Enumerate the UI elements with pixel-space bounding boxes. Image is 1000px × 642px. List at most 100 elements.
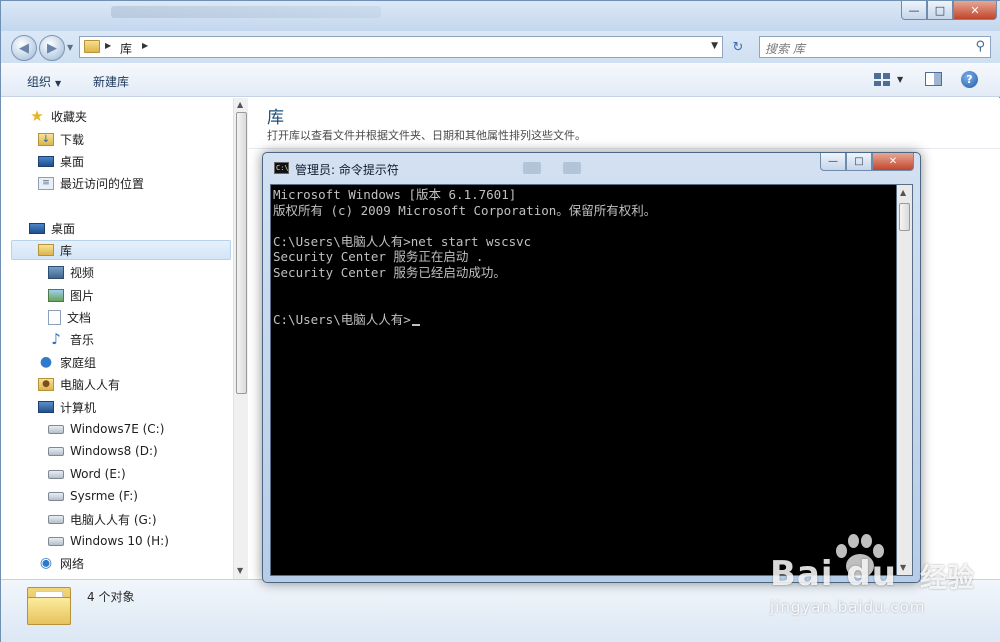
console-line: C:\Users\电脑人人有>net start wscsvc — [273, 233, 532, 249]
sidebar-item-drive-h[interactable]: Windows 10 (H:) — [48, 531, 169, 551]
drive-icon — [48, 536, 64, 546]
console-line: Security Center 服务已经启动成功。 — [273, 264, 506, 280]
new-library-button[interactable]: 新建库 — [93, 73, 129, 90]
desktop-icon — [29, 222, 45, 234]
homegroup-icon: ● — [39, 354, 53, 370]
sidebar-item-downloads[interactable]: ↓ 下载 — [38, 129, 84, 149]
breadcrumb-chevron-icon[interactable]: ▶ — [142, 41, 148, 50]
console-prompt-line[interactable]: C:\Users\电脑人人有> — [273, 312, 893, 328]
sidebar-item-label: 桌面 — [51, 221, 76, 236]
console-line: 版权所有 (c) 2009 Microsoft Corporation。保留所有… — [273, 202, 657, 218]
star-icon: ★ — [30, 107, 44, 125]
computer-icon — [38, 401, 54, 413]
scroll-down-arrow-icon[interactable]: ▼ — [900, 563, 906, 572]
sidebar-item-music[interactable]: ♪ 音乐 — [48, 329, 94, 349]
organize-button[interactable]: 组织 ▼ — [27, 73, 61, 90]
sidebar-item-label: 音乐 — [70, 332, 95, 347]
sidebar-item-drive-g[interactable]: 电脑人人有 (G:) — [48, 509, 157, 529]
breadcrumb-chevron-icon[interactable]: ▶ — [105, 41, 111, 50]
sidebar-item-homegroup[interactable]: ● 家庭组 — [38, 352, 96, 372]
search-input[interactable]: 搜索 库 ⚲ — [759, 36, 991, 58]
page-title: 库 — [267, 108, 284, 128]
help-icon[interactable]: ? — [961, 71, 978, 88]
scrollbar-thumb[interactable] — [236, 112, 247, 394]
maximize-button[interactable]: □ — [927, 1, 953, 20]
sidebar-item-network[interactable]: ◉ 网络 — [38, 553, 84, 573]
sidebar-item-label: Windows 10 (H:) — [70, 534, 169, 548]
sidebar-item-label: Windows8 (D:) — [70, 444, 158, 458]
console-output[interactable]: Microsoft Windows [版本 6.1.7601] 版权所有 (c)… — [270, 184, 897, 576]
scroll-up-arrow-icon[interactable]: ▲ — [237, 100, 243, 109]
close-button[interactable]: ✕ — [953, 1, 997, 20]
sidebar-item-pictures[interactable]: 图片 — [48, 285, 94, 305]
sidebar-item-libraries[interactable]: 库 — [11, 240, 231, 260]
sidebar-item-label: 计算机 — [60, 400, 97, 415]
forward-arrow-icon[interactable]: ▶ — [39, 35, 65, 61]
cmd-scrollbar[interactable]: ▲ ▼ — [897, 184, 913, 576]
scroll-up-arrow-icon[interactable]: ▲ — [900, 188, 906, 197]
minimize-button[interactable]: — — [901, 1, 927, 20]
drive-icon — [48, 491, 64, 501]
refresh-icon[interactable]: ↻ — [727, 36, 749, 58]
obscured-background-icon — [563, 162, 581, 174]
sidebar-item-drive-d[interactable]: Windows8 (D:) — [48, 441, 158, 461]
cmd-title-bar[interactable]: C:\ 管理员: 命令提示符 — □ ✕ — [263, 153, 920, 183]
drive-icon — [48, 469, 64, 479]
sidebar-item-recent-places[interactable]: ≡ 最近访问的位置 — [38, 173, 144, 193]
change-view-icon[interactable] — [874, 73, 890, 86]
details-pane: 4 个对象 — [1, 579, 1000, 642]
back-arrow-icon[interactable]: ◀ — [11, 35, 37, 61]
address-dropdown-icon[interactable]: ▼ — [711, 41, 718, 51]
sidebar-item-label: 下载 — [60, 132, 85, 147]
sidebar-item-user-folder[interactable]: ● 电脑人人有 — [38, 374, 120, 394]
preview-pane-icon[interactable] — [925, 72, 942, 86]
sidebar-item-videos[interactable]: 视频 — [48, 262, 94, 282]
organize-label: 组织 — [27, 75, 52, 89]
view-options-dropdown-icon[interactable]: ▼ — [897, 75, 903, 84]
sidebar-item-label: 最近访问的位置 — [60, 176, 145, 191]
obscured-background-icon — [523, 162, 541, 174]
desktop-icon — [38, 155, 54, 167]
scrollbar-thumb[interactable] — [899, 203, 910, 231]
library-folder-icon — [27, 587, 71, 627]
download-folder-icon: ↓ — [38, 132, 54, 146]
user-folder-icon: ● — [38, 377, 54, 391]
sidebar-item-drive-e[interactable]: Word (E:) — [48, 464, 126, 484]
scroll-down-arrow-icon[interactable]: ▼ — [237, 566, 243, 575]
sidebar-item-label: 桌面 — [60, 154, 85, 169]
recent-pages-dropdown-icon[interactable]: ▼ — [67, 43, 73, 52]
sidebar-item-label: 图片 — [70, 288, 95, 303]
sidebar-item-documents[interactable]: 文档 — [48, 307, 91, 327]
recent-places-icon: ≡ — [38, 176, 54, 190]
sidebar-item-label: 家庭组 — [60, 355, 97, 370]
sidebar-item-label: 网络 — [60, 556, 85, 571]
page-description: 打开库以查看文件并根据文件夹、日期和其他属性排列这些文件。 — [267, 129, 586, 142]
cmd-minimize-button[interactable]: — — [820, 153, 846, 171]
explorer-title-bar[interactable]: — □ ✕ — [1, 1, 1000, 31]
sidebar-item-favorites[interactable]: ★ 收藏夹 — [29, 106, 87, 126]
item-count: 4 个对象 — [87, 590, 135, 604]
address-bar[interactable]: ▶ 库 ▶ ▼ — [79, 36, 723, 58]
command-prompt-window[interactable]: C:\ 管理员: 命令提示符 — □ ✕ Microsoft Windows [… — [262, 152, 921, 583]
sidebar-item-label: 库 — [60, 243, 73, 258]
cmd-app-icon[interactable]: C:\ — [274, 162, 289, 174]
sidebar-item-drive-c[interactable]: Windows7E (C:) — [48, 419, 164, 439]
sidebar-scrollbar[interactable]: ▲ ▼ — [233, 98, 248, 579]
sidebar-item-computer[interactable]: 计算机 — [38, 397, 96, 417]
video-library-icon — [48, 265, 64, 279]
document-library-icon — [48, 309, 61, 325]
sidebar-item-drive-f[interactable]: Sysrme (F:) — [48, 486, 138, 506]
cmd-maximize-button[interactable]: □ — [846, 153, 872, 171]
chevron-down-icon: ▼ — [55, 79, 62, 88]
divider — [249, 148, 1000, 149]
breadcrumb-library[interactable]: 库 — [120, 40, 132, 57]
sidebar-item-label: 文档 — [67, 310, 92, 325]
cmd-close-button[interactable]: ✕ — [872, 153, 914, 171]
sidebar-item-desktop[interactable]: 桌面 — [29, 218, 75, 238]
search-icon[interactable]: ⚲ — [975, 39, 985, 54]
drive-icon — [48, 514, 64, 524]
sidebar-item-desktop-fav[interactable]: 桌面 — [38, 151, 84, 171]
sidebar-item-label: 收藏夹 — [51, 109, 88, 124]
